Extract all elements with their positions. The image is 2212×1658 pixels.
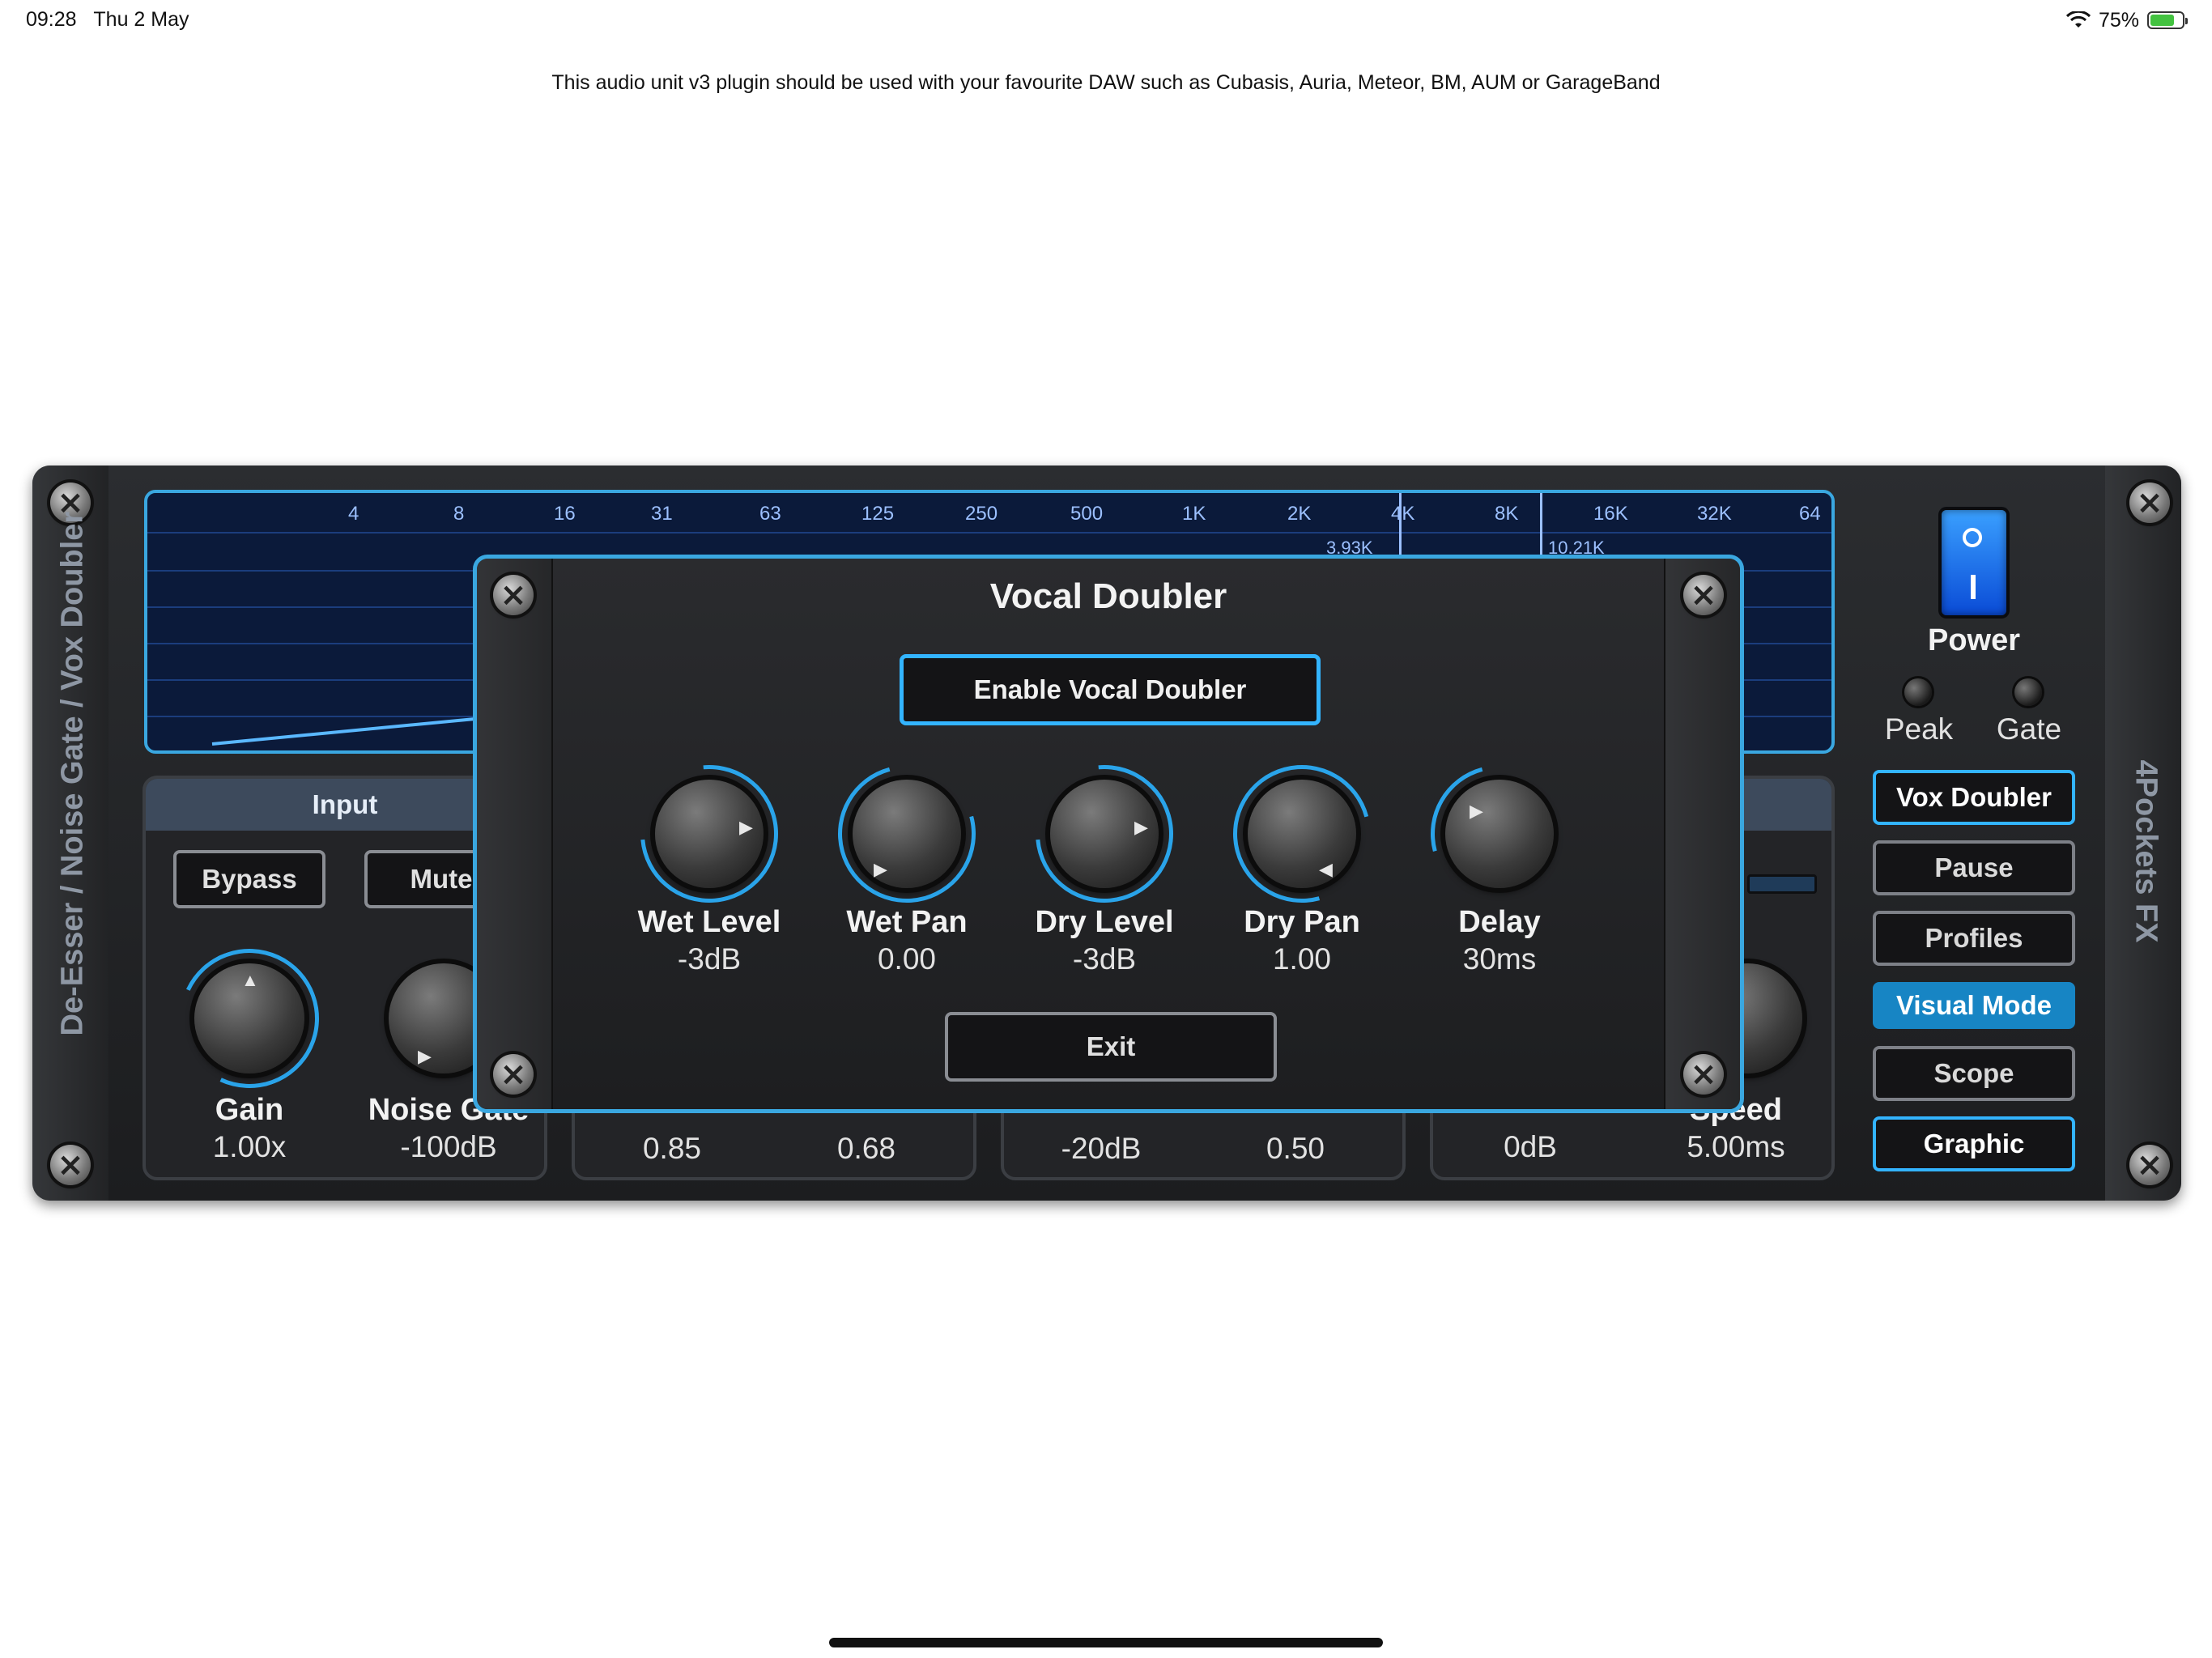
peak-label: Peak: [1884, 712, 1954, 746]
wet-level-knob[interactable]: ▶: [655, 780, 764, 888]
noise-gate-value: -100dB: [400, 1130, 497, 1163]
delay-value: 30ms: [1462, 942, 1537, 976]
status-time: 09:28 Thu 2 May: [26, 8, 189, 32]
exit-button[interactable]: Exit: [945, 1012, 1277, 1082]
vox-doubler-button[interactable]: Vox Doubler: [1873, 770, 2075, 825]
pause-button[interactable]: Pause: [1873, 840, 2075, 895]
status-right: 75%: [2065, 6, 2188, 34]
dialog-ear-left: [477, 559, 553, 1109]
lpf-value: 0.85: [642, 1132, 701, 1165]
vocal-doubler-dialog: × × × × Vocal Doubler Enable Vocal Doubl…: [473, 555, 1744, 1113]
dialog-title: Vocal Doubler: [989, 576, 1227, 616]
dry-pan-value: 1.00: [1272, 942, 1331, 976]
threshold-value: -20dB: [1061, 1132, 1142, 1165]
battery-percent: 75%: [2098, 8, 2139, 32]
wet-pan-knob[interactable]: ▶: [853, 780, 961, 888]
dry-pan-label: Dry Pan: [1244, 905, 1360, 939]
hpf-value: 0.68: [836, 1132, 895, 1165]
power-off-icon: [1971, 575, 1976, 599]
visual-mode-button[interactable]: Visual Mode: [1873, 982, 2075, 1029]
screw-icon: ×: [50, 1145, 91, 1185]
dry-pan-knob[interactable]: ◀: [1248, 780, 1356, 888]
limiter-value: 0dB: [1504, 1130, 1557, 1163]
graphic-button[interactable]: Graphic: [1873, 1116, 2075, 1171]
gain-knob[interactable]: ▲: [194, 963, 304, 1073]
brand-side-title: 4Pockets FX: [2129, 759, 2163, 943]
dry-level-knob[interactable]: ▶: [1050, 780, 1159, 888]
wet-level-value: -3dB: [677, 942, 742, 976]
bypass-button[interactable]: Bypass: [173, 850, 325, 908]
gain-label: Gain: [215, 1093, 284, 1127]
wet-level-label: Wet Level: [637, 905, 781, 939]
dialog-ear-right: [1664, 559, 1740, 1109]
gate-led: [2014, 678, 2042, 706]
screw-icon: ×: [2129, 1145, 2170, 1185]
delay-knob[interactable]: ▶: [1445, 780, 1554, 888]
dry-level-label: Dry Level: [1035, 905, 1174, 939]
output-meter: [1747, 874, 1817, 894]
dry-level-value: -3dB: [1072, 942, 1137, 976]
speed-value: 5.00ms: [1687, 1130, 1785, 1163]
power-on-icon: [1963, 528, 1982, 547]
plugin-side-title: De-Esser / Noise Gate / Vox Doubler: [55, 511, 90, 1036]
gain-value: 1.00x: [212, 1130, 287, 1163]
power-label: Power: [1927, 623, 2021, 657]
status-clock: 09:28: [26, 8, 77, 31]
home-indicator[interactable]: [829, 1638, 1383, 1647]
profiles-button[interactable]: Profiles: [1873, 911, 2075, 966]
wet-pan-value: 0.00: [877, 942, 936, 976]
enable-vocal-doubler-button[interactable]: Enable Vocal Doubler: [900, 654, 1321, 725]
status-date: Thu 2 May: [93, 8, 189, 31]
power-switch[interactable]: [1942, 510, 2006, 615]
screw-icon: ×: [1683, 1054, 1724, 1095]
delay-label: Delay: [1458, 905, 1541, 939]
gate-label: Gate: [1996, 712, 2062, 746]
peak-led: [1904, 678, 1932, 706]
wet-pan-label: Wet Pan: [846, 905, 968, 939]
battery-icon: [2147, 11, 2188, 29]
intensity-value: 0.50: [1266, 1132, 1325, 1165]
scope-button[interactable]: Scope: [1873, 1046, 2075, 1101]
screw-icon: ×: [493, 1054, 534, 1095]
wifi-icon: [2065, 11, 2091, 28]
plugin-notice: This audio unit v3 plugin should be used…: [551, 71, 1661, 94]
screw-icon: ×: [2129, 483, 2170, 523]
